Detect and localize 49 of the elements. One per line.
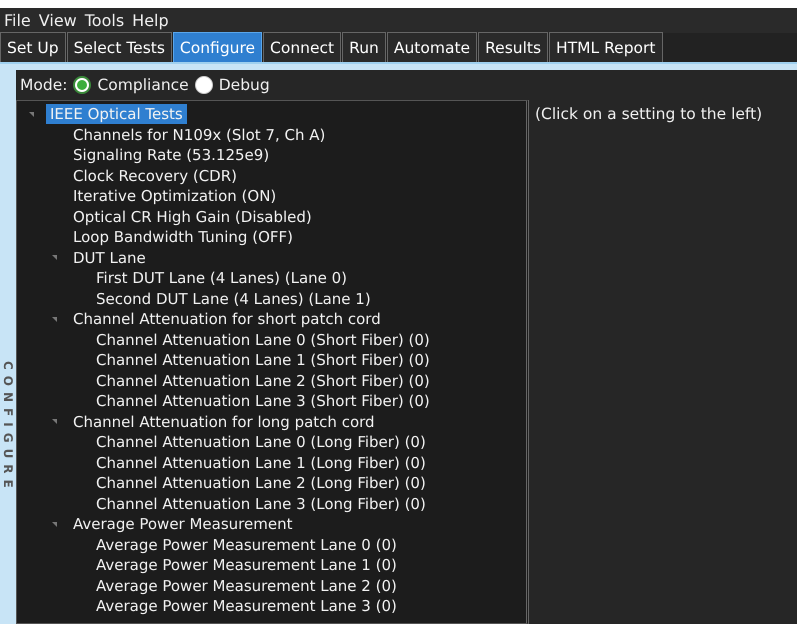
tree-item[interactable]: Channels for N109x (Slot 7, Ch A)	[69, 124, 330, 145]
radio-button[interactable]	[73, 76, 92, 94]
mode-label: Mode:	[20, 76, 68, 94]
tree-item[interactable]: Average Power Measurement Lane 2 (0)	[92, 576, 401, 596]
tree-item[interactable]: Loop Bandwidth Tuning (OFF)	[69, 227, 297, 248]
menu-item[interactable]: File	[4, 11, 31, 30]
tree-item[interactable]: Channel Attenuation Lane 1 (Short Fiber) (0)	[92, 350, 434, 370]
tree-item[interactable]: Channel Attenuation Lane 3 (Short Fiber) (0)	[92, 391, 434, 412]
detail-hint: (Click on a setting to the left)	[535, 105, 762, 123]
tree-item[interactable]: IEEE Optical Tests	[46, 104, 187, 124]
tree-item[interactable]: Clock Recovery (CDR)	[69, 166, 241, 186]
tree-item[interactable]: Channel Attenuation for short patch cord	[69, 309, 385, 330]
tree-item[interactable]: Optical CR High Gain (Disabled)	[69, 206, 316, 227]
expand-arrow-icon[interactable]	[29, 112, 34, 117]
tree-item[interactable]: Channel Attenuation for long patch cord	[69, 412, 379, 432]
radio-label[interactable]: Compliance	[97, 76, 189, 94]
tree-item[interactable]: Channel Attenuation Lane 2 (Short Fiber) (0)	[92, 370, 434, 391]
expand-arrow-icon[interactable]	[52, 255, 57, 260]
tab[interactable]: Configure	[172, 32, 262, 62]
side-label: CONFIGURE	[1, 360, 15, 494]
tab[interactable]: Connect	[263, 32, 342, 62]
tree-item[interactable]: Average Power Measurement Lane 0 (0)	[92, 534, 401, 555]
tab[interactable]: Run	[342, 32, 386, 62]
tree-item[interactable]: Channel Attenuation Lane 0 (Long Fiber) (0)	[92, 432, 430, 452]
tab[interactable]: Automate	[386, 32, 478, 62]
menu-item[interactable]: Help	[132, 11, 169, 30]
tree-item[interactable]: Channel Attenuation Lane 0 (Short Fiber) (0)	[92, 330, 434, 350]
menu-item[interactable]: Tools	[84, 11, 124, 30]
radio-button[interactable]	[194, 76, 213, 94]
tree-item[interactable]: Channel Attenuation Lane 3 (Long Fiber) (0)	[92, 494, 430, 514]
tree-item[interactable]: First DUT Lane (4 Lanes) (Lane 0)	[92, 268, 352, 288]
tree-item[interactable]: Iterative Optimization (ON)	[69, 186, 280, 206]
menu-item[interactable]: View	[38, 11, 77, 30]
radio-label[interactable]: Debug	[218, 76, 270, 94]
tab[interactable]: HTML Report	[549, 32, 662, 62]
tree-item[interactable]: Channel Attenuation Lane 1 (Long Fiber) (0)	[92, 452, 430, 473]
expand-arrow-icon[interactable]	[52, 522, 57, 527]
expand-arrow-icon[interactable]	[52, 316, 57, 322]
tab[interactable]: Results	[478, 32, 548, 62]
tree-item[interactable]: Average Power Measurement Lane 3 (0)	[92, 596, 401, 616]
tree-item[interactable]: Second DUT Lane (4 Lanes) (Lane 1)	[92, 288, 375, 309]
tree-item[interactable]: DUT Lane	[69, 248, 150, 268]
expand-arrow-icon[interactable]	[52, 419, 57, 424]
tab[interactable]: Set Up	[0, 32, 66, 62]
tree-item[interactable]: Average Power Measurement Lane 1 (0)	[92, 555, 401, 576]
tree-item[interactable]: Signaling Rate (53.125e9)	[69, 145, 274, 166]
tab[interactable]: Select Tests	[66, 32, 172, 62]
tree-item[interactable]: Average Power Measurement	[69, 514, 296, 534]
tree-item[interactable]: Channel Attenuation Lane 2 (Long Fiber) (0)	[92, 473, 430, 494]
